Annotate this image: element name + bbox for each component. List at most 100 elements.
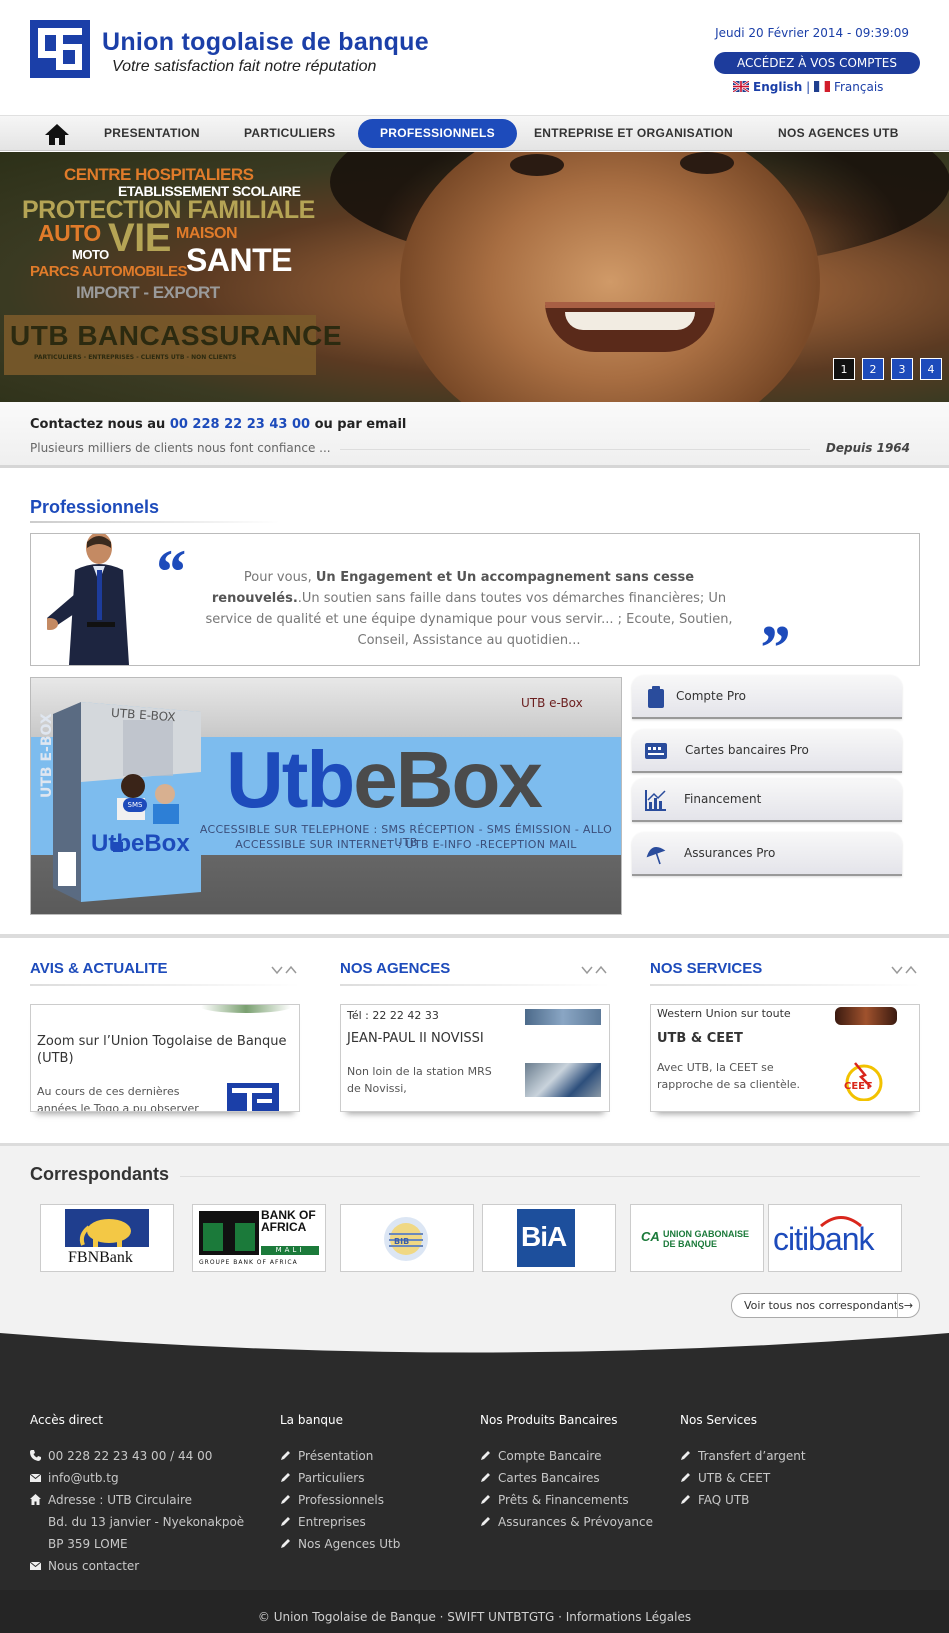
column-title[interactable]: NOS AGENCES	[340, 960, 610, 977]
quote-box: “ Pour vous, Un Engagement et Un accompa…	[30, 533, 920, 680]
news-thumb-top	[201, 1005, 291, 1013]
column-agences: NOS AGENCES Tél : 22 22 42 33 JEAN-PAUL …	[340, 960, 610, 1112]
correspondant-fbnbank[interactable]: FBNBank	[40, 1204, 174, 1272]
slide-2-button[interactable]: 2	[862, 358, 884, 380]
service-title[interactable]: UTB & CEET	[657, 1031, 743, 1046]
footer-link[interactable]: Nos Agences Utb	[280, 1533, 400, 1555]
footer-link[interactable]: Assurances & Prévoyance	[480, 1511, 653, 1533]
footer-link-text: FAQ UTB	[698, 1493, 750, 1507]
menu-financement[interactable]: Financement	[632, 778, 902, 822]
ebox-pack-side: UTB E-BOX	[39, 713, 55, 798]
footer-contact[interactable]: Nous contacter	[30, 1555, 244, 1577]
footer-link[interactable]: Entreprises	[280, 1511, 400, 1533]
footer-link[interactable]: Transfert d’argent	[680, 1445, 806, 1467]
footer-link[interactable]: Compte Bancaire	[480, 1445, 653, 1467]
footer-col-title: Accès direct	[30, 1413, 103, 1427]
footer-link[interactable]: UTB & CEET	[680, 1467, 806, 1489]
contact-bar: Contactez nous au 00 228 22 23 43 00 ou …	[0, 402, 949, 468]
correspondant-bia[interactable]: BiA	[482, 1204, 616, 1272]
lang-french-link[interactable]: Français	[834, 80, 883, 94]
agency-name[interactable]: JEAN-PAUL II NOVISSI	[347, 1031, 484, 1046]
hero-teeth	[565, 312, 695, 330]
section-separator	[0, 934, 949, 938]
footer-address-3: BP 359 LOME	[30, 1533, 244, 1555]
fbnbank-name: FBNBank	[68, 1249, 133, 1266]
nav-professionnels[interactable]: PROFESSIONNELS	[358, 119, 517, 148]
menu-compte-pro[interactable]: Compte Pro	[632, 675, 902, 719]
hero-word-centre: CENTRE HOSPITALIERS	[64, 165, 254, 184]
column-title[interactable]: NOS SERVICES	[650, 960, 920, 977]
collapse-arrows-icon[interactable]	[270, 964, 300, 976]
site-header: Union togolaise de banque Votre satisfac…	[0, 0, 949, 115]
contact-title: Contactez nous au 00 228 22 23 43 00 ou …	[30, 417, 406, 432]
hero-eye-right	[680, 152, 734, 174]
column-avis: AVIS & ACTUALITE Zoom sur l’Union Togola…	[30, 960, 300, 1112]
footer-link[interactable]: Prêts & Financements	[480, 1489, 653, 1511]
collapse-arrows-icon[interactable]	[890, 964, 920, 976]
footer-link[interactable]: Particuliers	[280, 1467, 400, 1489]
brand-name[interactable]: Union togolaise de banque	[102, 28, 429, 57]
see-all-correspondants-button[interactable]: Voir tous nos correspondants →	[731, 1293, 920, 1318]
footer-link-text: Transfert d’argent	[698, 1449, 806, 1463]
menu-assurances-pro[interactable]: Assurances Pro	[632, 832, 902, 876]
footer-link[interactable]: Cartes Bancaires	[480, 1467, 653, 1489]
slide-3-button[interactable]: 3	[891, 358, 913, 380]
hero-word-import: IMPORT - EXPORT	[76, 283, 220, 302]
correspondant-ugb[interactable]: CA UNION GABONAISE DE BANQUE	[630, 1204, 764, 1272]
footer-phone[interactable]: 00 228 22 23 43 00 / 44 00	[30, 1445, 244, 1467]
collapse-arrows-icon[interactable]	[580, 964, 610, 976]
nav-presentation[interactable]: PRESENTATION	[82, 119, 222, 148]
footer-link[interactable]: Présentation	[280, 1445, 400, 1467]
footer-email[interactable]: info@utb.tg	[30, 1467, 244, 1489]
pencil-icon	[481, 1451, 490, 1460]
bancassurance-subtitle: PARTICULIERS - ENTREPRISES - CLIENTS UTB…	[34, 354, 237, 361]
correspondant-bank-of-africa[interactable]: BANK OF AFRICA MALI GROUPE BANK OF AFRIC…	[192, 1204, 326, 1272]
correspondant-bib[interactable]: BIB	[340, 1204, 474, 1272]
agency-item[interactable]: Tél : 22 22 42 33 JEAN-PAUL II NOVISSI N…	[340, 1004, 610, 1112]
phone-icon	[30, 1450, 41, 1461]
card-icon	[645, 743, 667, 759]
correspondant-citibank[interactable]: citibank	[768, 1204, 902, 1272]
bib-name: BIB	[394, 1237, 410, 1246]
access-accounts-button[interactable]: ACCÉDEZ À VOS COMPTES	[714, 52, 920, 74]
since-label: Depuis 1964	[825, 441, 910, 455]
utb-logo-icon[interactable]	[30, 20, 90, 78]
slide-4-button[interactable]: 4	[920, 358, 942, 380]
ebox-banner[interactable]: UTB E-BOX UTB E-BOX UtbeBox SMS UTB e-Bo…	[30, 677, 622, 915]
nav-particuliers[interactable]: PARTICULIERS	[222, 119, 357, 148]
ebox-line-internet: ACCESSIBLE SUR INTERNET : UTB E-INFO -RE…	[235, 838, 577, 851]
ebox-logo: UtbeBox	[226, 740, 543, 820]
contact-subtitle: Plusieurs milliers de clients nous font …	[30, 441, 331, 455]
home-icon[interactable]	[44, 122, 70, 146]
news-item[interactable]: Zoom sur l’Union Togolaise de Banque (UT…	[30, 1004, 300, 1112]
footer-link[interactable]: FAQ UTB	[680, 1489, 806, 1511]
open-quote-icon: “	[153, 536, 185, 607]
news-title[interactable]: Zoom sur l’Union Togolaise de Banque (UT…	[37, 1033, 287, 1067]
hero-slider[interactable]: CENTRE HOSPITALIERS ETABLISSEMENT SCOLAI…	[0, 152, 949, 402]
column-services: NOS SERVICES Western Union sur toute UTB…	[650, 960, 920, 1112]
service-top-text: Western Union sur toute	[657, 1007, 791, 1020]
hero-word-sante: SANTE	[186, 242, 292, 278]
section-underline	[30, 521, 280, 523]
column-title[interactable]: AVIS & ACTUALITE	[30, 960, 300, 977]
copyright[interactable]: © Union Togolaise de Banque · SWIFT UNTB…	[0, 1610, 949, 1624]
nav-entreprise[interactable]: ENTREPRISE ET ORGANISATION	[512, 119, 755, 148]
menu-cartes-pro[interactable]: Cartes bancaires Pro	[632, 729, 902, 773]
nav-agences[interactable]: NOS AGENCES UTB	[756, 119, 921, 148]
slide-1-button[interactable]: 1	[833, 358, 855, 380]
section-title: Professionnels	[30, 497, 160, 517]
see-all-label: Voir tous nos correspondants	[744, 1299, 904, 1312]
footer-link[interactable]: Professionnels	[280, 1489, 400, 1511]
main-nav: PRESENTATION PARTICULIERS PROFESSIONNELS…	[0, 115, 949, 151]
service-item[interactable]: Western Union sur toute UTB & CEET Avec …	[650, 1004, 920, 1112]
ebox-logo-box: Box	[395, 735, 543, 824]
lang-english-link[interactable]: English	[753, 80, 802, 94]
ebox-brand: UTB e-Box	[521, 696, 583, 710]
chart-icon	[645, 790, 666, 811]
bancassurance-title: UTB BANCASSURANCE	[10, 320, 343, 351]
footer-address-2: Bd. du 13 janvier - Nyekonakpoè	[30, 1511, 244, 1533]
pencil-icon	[281, 1539, 290, 1548]
footer-link-text: Cartes Bancaires	[498, 1471, 600, 1485]
contact-phone[interactable]: 00 228 22 23 43 00	[170, 417, 310, 432]
footer-link-text: Entreprises	[298, 1515, 366, 1529]
